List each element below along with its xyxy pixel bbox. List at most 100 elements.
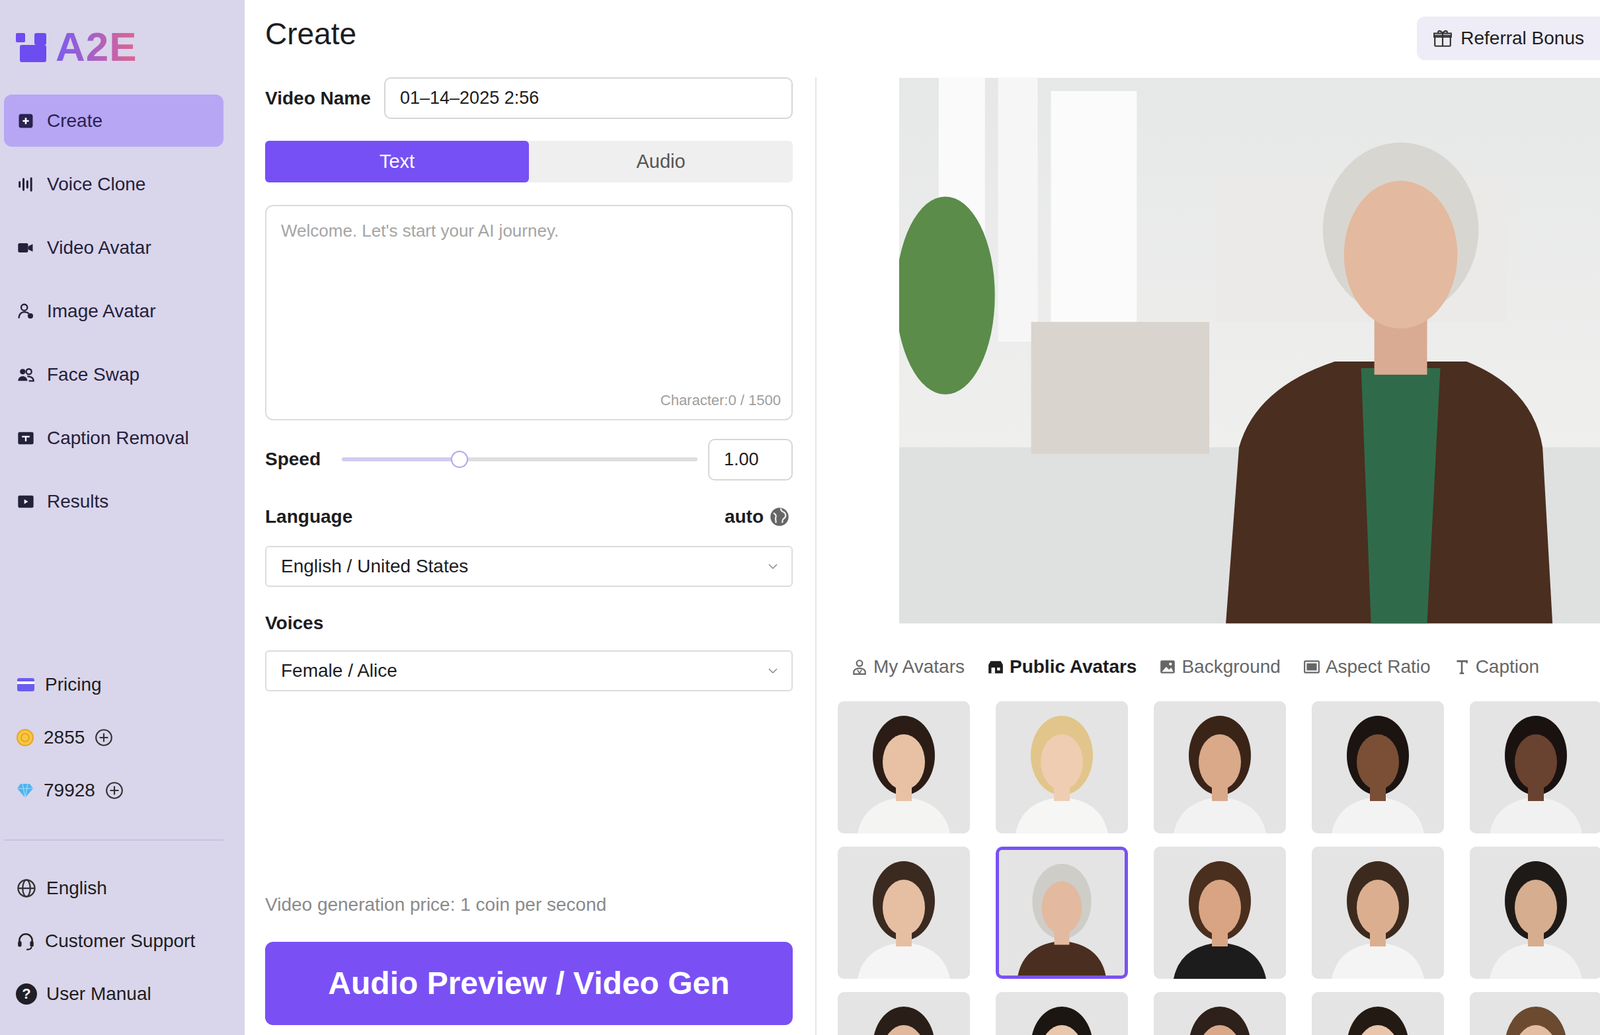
avatar-tile[interactable] xyxy=(837,992,970,1035)
balance-row: 2855 xyxy=(0,711,245,765)
avatar-tab-label[interactable]: My Avatars xyxy=(873,653,965,681)
diamond-icon xyxy=(15,781,35,800)
avatar-tile[interactable] xyxy=(995,701,1128,834)
sidebar-item-label[interactable]: Caption Removal xyxy=(46,424,190,453)
avatar-tile[interactable] xyxy=(1469,992,1600,1035)
avatar-portrait xyxy=(995,992,1128,1035)
voice-select[interactable]: Female / Alice xyxy=(265,650,793,692)
sidebar-item-label[interactable]: Video Avatar xyxy=(46,234,152,262)
avatar-tile[interactable] xyxy=(1469,846,1600,980)
gift-icon xyxy=(1432,28,1453,49)
sidebar-item[interactable]: Caption Removal xyxy=(3,411,224,465)
avatar-tile[interactable] xyxy=(995,992,1128,1035)
script-textarea[interactable] xyxy=(266,206,792,390)
avatar-tab[interactable]: Aspect Ratio xyxy=(1303,653,1431,681)
generate-button[interactable]: Audio Preview / Video Gen xyxy=(265,942,793,1026)
main-area: CreateReferral BonusVideo NameTextAudioC… xyxy=(244,0,1600,1035)
balance-amount: 79928 xyxy=(43,776,96,805)
voices-row: Voices xyxy=(265,609,793,638)
avatar-tile[interactable] xyxy=(1311,846,1444,980)
avatar-tile[interactable] xyxy=(1311,992,1444,1035)
avatar-grid xyxy=(837,701,1600,1035)
logo[interactable]: A2E xyxy=(0,0,245,95)
sidebar-bottom: Pricing 2855 79928 English Customer Support?… xyxy=(0,658,245,1021)
sidebar-item-label[interactable]: Results xyxy=(46,487,109,516)
sidebar-item-label[interactable]: Create xyxy=(46,107,103,135)
speed-fill xyxy=(341,457,460,462)
auto-toggle[interactable]: auto xyxy=(724,503,793,531)
pricing-link[interactable]: Pricing xyxy=(0,658,245,712)
help-icon: ? xyxy=(15,983,38,1005)
avatar-tile[interactable] xyxy=(1153,701,1286,834)
avatar-tab[interactable]: Public Avatars xyxy=(987,653,1137,681)
sidebar-item-label[interactable]: Image Avatar xyxy=(46,297,156,326)
video-name-row: Video Name xyxy=(265,77,793,120)
video-icon xyxy=(16,238,36,258)
preview-image xyxy=(899,77,1600,625)
sidebar-divider xyxy=(3,839,224,841)
sidebar-nav: Create Voice Clone Video Avatar Image Avata… xyxy=(0,94,245,539)
avatar-tab[interactable]: Caption xyxy=(1453,653,1540,681)
pricing-label[interactable]: Pricing xyxy=(44,671,102,699)
avatar-tile[interactable] xyxy=(1469,701,1600,834)
avatar-tile[interactable] xyxy=(1311,701,1444,834)
create-icon xyxy=(16,111,36,131)
logo-icon xyxy=(15,30,48,65)
balance-amount: 2855 xyxy=(43,723,85,752)
avatar-portrait xyxy=(995,701,1128,834)
footer-link[interactable]: English xyxy=(0,862,245,916)
avatar-tab[interactable]: My Avatars xyxy=(850,653,965,681)
avatar-tab-label[interactable]: Caption xyxy=(1475,653,1540,681)
footer-link[interactable]: ? User Manual xyxy=(0,967,245,1021)
avatar-tab-label[interactable]: Aspect Ratio xyxy=(1325,653,1431,681)
language-select[interactable]: English / United States xyxy=(265,546,793,588)
avatar-tile[interactable] xyxy=(837,701,970,834)
auto-label[interactable]: auto xyxy=(724,503,764,531)
avatar-tile[interactable] xyxy=(1153,992,1286,1035)
sidebar-item[interactable]: Face Swap xyxy=(3,348,224,401)
referral-label[interactable]: Referral Bonus xyxy=(1460,24,1585,53)
avatar-portrait xyxy=(1311,846,1444,980)
avatar-tile[interactable] xyxy=(1153,846,1286,980)
speed-thumb[interactable] xyxy=(450,450,469,469)
store-icon xyxy=(987,658,1005,676)
footer-label[interactable]: Customer Support xyxy=(44,927,196,956)
video-name-input[interactable] xyxy=(384,77,793,120)
sidebar: A2E Create Voice Clone Video Avatar Image Av… xyxy=(0,0,245,1035)
avatar-portrait xyxy=(1153,701,1286,834)
footer-label[interactable]: User Manual xyxy=(46,980,152,1009)
speed-input[interactable] xyxy=(708,439,793,481)
sidebar-item[interactable]: Create xyxy=(3,94,224,147)
avatar-tab-label[interactable]: Public Avatars xyxy=(1009,653,1137,681)
mode-tab[interactable]: Audio xyxy=(528,140,793,183)
avatar-tab-label[interactable]: Background xyxy=(1181,653,1280,681)
chevron-down-icon xyxy=(764,558,781,575)
add-icon[interactable] xyxy=(104,780,125,801)
avatar-tab[interactable]: Background xyxy=(1159,653,1280,681)
avatar-tile[interactable] xyxy=(995,846,1128,980)
create-form: Video NameTextAudioCharacter:0 / 1500Spe… xyxy=(244,77,793,1035)
caption-removal-icon xyxy=(16,429,36,448)
speed-slider[interactable] xyxy=(341,457,698,462)
footer-label[interactable]: English xyxy=(46,874,108,903)
sidebar-item[interactable]: Video Avatar xyxy=(3,221,224,274)
mode-tab[interactable]: Text xyxy=(265,140,529,183)
image-avatar-icon xyxy=(16,302,36,321)
sidebar-item-label[interactable]: Voice Clone xyxy=(46,170,146,199)
voice-select-value[interactable]: Female / Alice xyxy=(280,657,398,685)
sidebar-item-label[interactable]: Face Swap xyxy=(46,360,140,389)
sidebar-item[interactable]: Image Avatar xyxy=(3,284,224,338)
face-swap-icon xyxy=(16,365,36,385)
referral-button[interactable]: Referral Bonus xyxy=(1416,16,1600,61)
avatar-tile[interactable] xyxy=(837,846,970,980)
sidebar-item[interactable]: Results xyxy=(3,475,224,528)
aspect-ratio-icon xyxy=(1303,658,1321,676)
speed-row: Speed xyxy=(265,438,793,481)
add-icon[interactable] xyxy=(93,727,114,748)
coin-icon xyxy=(15,728,35,748)
sidebar-item[interactable]: Voice Clone xyxy=(3,158,224,211)
generate-area: Video generation price: 1 coin per secon… xyxy=(265,891,793,1026)
language-select-value[interactable]: English / United States xyxy=(280,552,469,581)
avatar-portrait xyxy=(837,846,970,980)
footer-link[interactable]: Customer Support xyxy=(0,915,245,968)
